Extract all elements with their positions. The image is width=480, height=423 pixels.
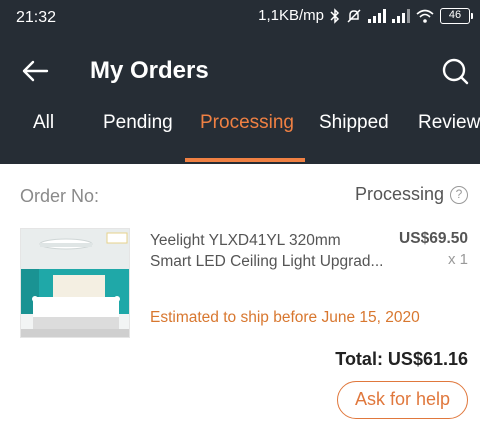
order-tabs: All Pending Processing Shipped Review	[0, 112, 480, 164]
status-icons: 1,1KB/mp 46	[258, 7, 473, 24]
signal-icon	[368, 8, 386, 23]
product-quantity: x 1	[447, 251, 468, 268]
page-title: My Orders	[90, 57, 209, 84]
order-total: Total: US$61.16	[335, 349, 468, 369]
search-button[interactable]	[438, 54, 472, 88]
bluetooth-icon	[330, 7, 340, 24]
shipping-estimate: Estimated to ship before June 15, 2020	[150, 309, 420, 326]
product-thumbnail[interactable]	[20, 228, 130, 338]
battery-icon: 46	[440, 7, 473, 24]
status-bar: 21:32 1,1KB/mp 46	[0, 0, 480, 36]
tab-processing[interactable]: Processing	[200, 112, 294, 164]
mute-icon	[347, 8, 361, 23]
product-name[interactable]: Yeelight YLXD41YL 320mm Smart LED Ceilin…	[150, 230, 390, 272]
back-button[interactable]	[18, 54, 52, 88]
order-status-text: Processing	[354, 184, 444, 204]
wifi-icon	[416, 9, 434, 23]
search-icon	[442, 58, 469, 85]
active-tab-indicator	[185, 158, 305, 162]
ceiling-light-product-image	[21, 229, 129, 337]
product-name-line-2: Smart LED Ceiling Light Upgrad...	[150, 253, 384, 270]
arrow-left-icon	[22, 60, 49, 82]
ask-for-help-button[interactable]: Ask for help	[337, 381, 468, 419]
top-bar: My Orders	[0, 48, 480, 94]
tab-shipped[interactable]: Shipped	[319, 112, 389, 164]
product-name-line-1: Yeelight YLXD41YL 320mm	[150, 232, 341, 249]
question-icon[interactable]: ?	[450, 185, 468, 204]
order-status: Processing ?	[355, 184, 468, 205]
tab-review[interactable]: Review	[418, 112, 480, 164]
network-speed: 1,1KB/mp	[258, 7, 324, 24]
order-number-label: Order No:	[20, 186, 100, 206]
status-time: 21:32	[16, 9, 57, 26]
product-price: US$69.50	[399, 230, 468, 247]
signal-icon-2	[392, 8, 410, 23]
tab-pending[interactable]: Pending	[103, 112, 173, 164]
tab-all[interactable]: All	[33, 112, 54, 164]
app-header: 21:32 1,1KB/mp 46 My Orders All Pending …	[0, 0, 480, 164]
